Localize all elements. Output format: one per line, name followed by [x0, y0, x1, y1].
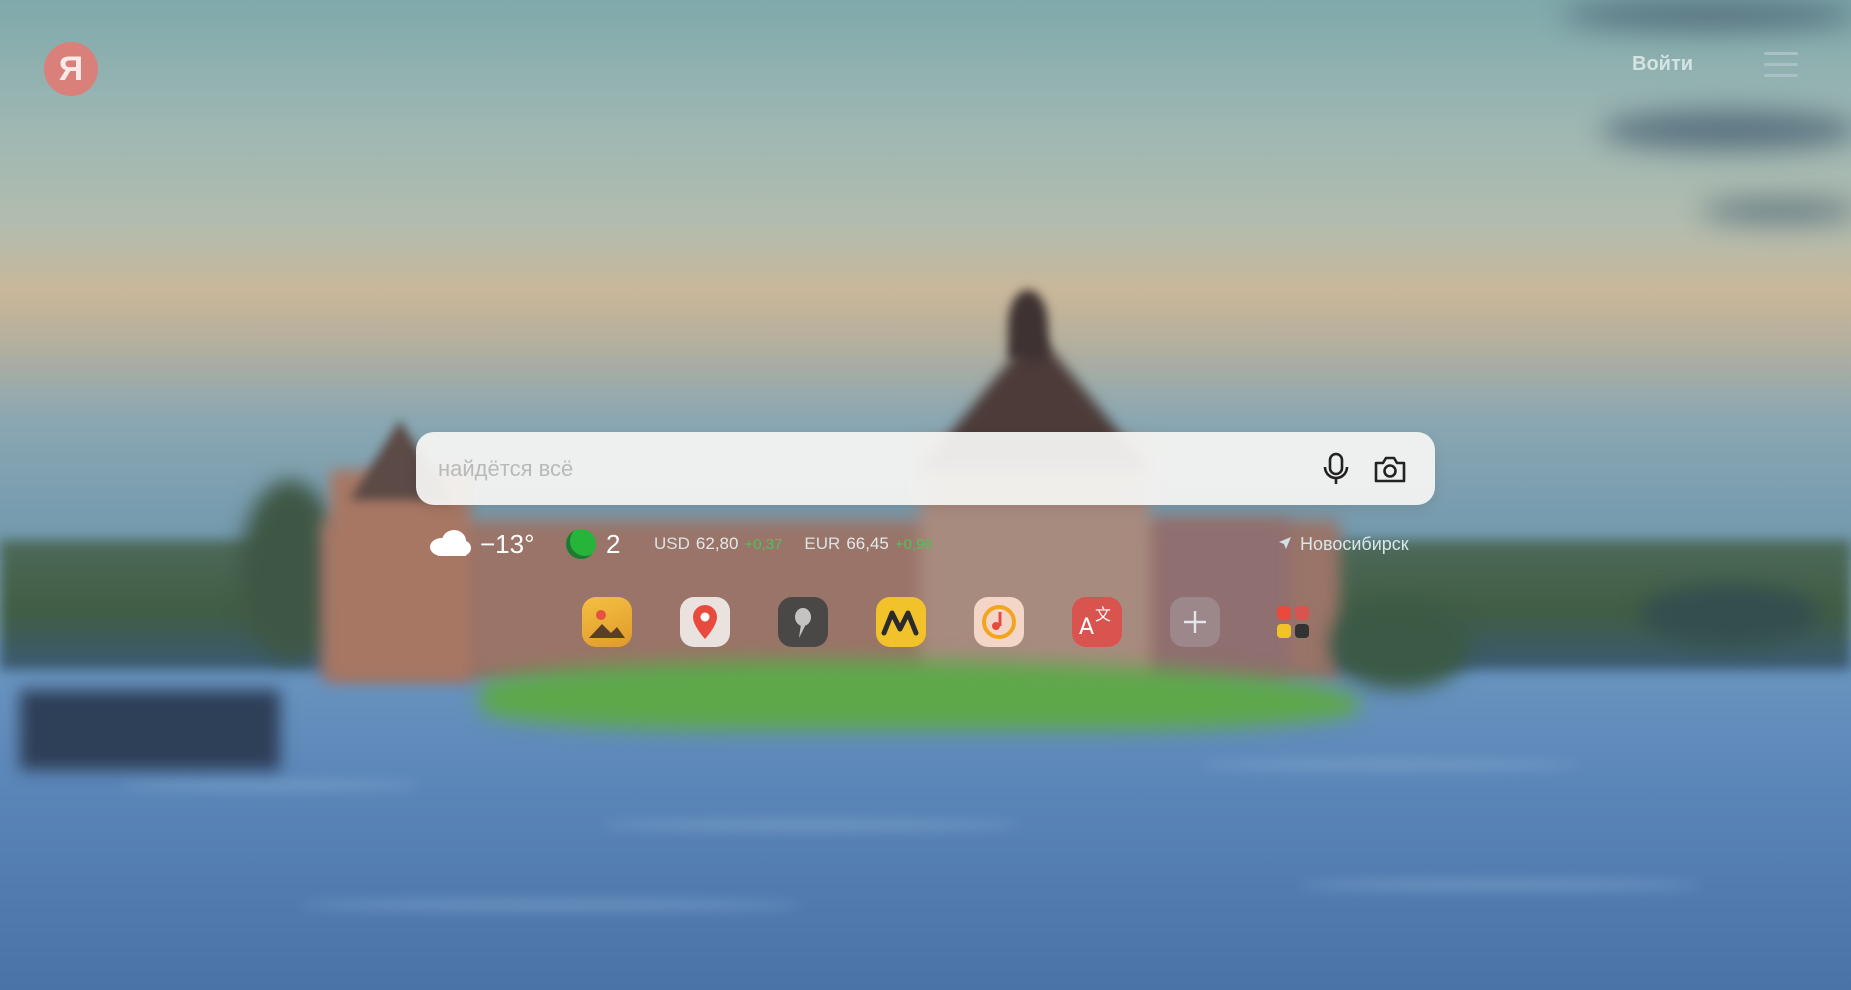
- login-button[interactable]: Войти: [1632, 53, 1693, 76]
- yandex-logo[interactable]: Я: [44, 42, 98, 96]
- search-bar: [416, 432, 1435, 505]
- alice-icon[interactable]: [778, 597, 828, 647]
- traffic-level: 2: [606, 528, 621, 559]
- rate-value-eur: 66,45: [846, 534, 889, 553]
- add-service-icon[interactable]: [1170, 597, 1220, 647]
- rate-change-usd: +0,37: [744, 535, 783, 553]
- microphone-icon[interactable]: [1316, 449, 1356, 489]
- maps-icon[interactable]: [680, 597, 730, 647]
- currency-rates[interactable]: USD 62,80 +0,37 EUR 66,45 +0,90: [654, 524, 955, 564]
- market-icon[interactable]: [876, 597, 926, 647]
- hamburger-menu-icon[interactable]: [1764, 52, 1798, 78]
- svg-text:文: 文: [1095, 605, 1111, 624]
- location-city: Новосибирск: [1300, 533, 1409, 554]
- cloud-icon: [428, 527, 472, 562]
- music-icon[interactable]: [974, 597, 1024, 647]
- rate-value-usd: 62,80: [695, 534, 739, 553]
- rate-name-usd: USD: [654, 534, 690, 553]
- location-widget[interactable]: Новосибирск: [1278, 524, 1409, 564]
- rate-name-eur: EUR: [804, 534, 841, 553]
- weather-temperature: −13°: [480, 528, 535, 559]
- all-services-icon[interactable]: [1268, 597, 1318, 647]
- weather-widget[interactable]: −13°: [428, 524, 535, 564]
- images-icon[interactable]: [582, 597, 632, 647]
- translate-icon[interactable]: A 文: [1072, 597, 1122, 647]
- rate-change-eur: +0,90: [894, 535, 933, 553]
- traffic-light-icon: [566, 529, 596, 559]
- svg-text:A: A: [1079, 615, 1094, 640]
- traffic-widget[interactable]: 2: [566, 524, 620, 564]
- services-bar: A 文: [582, 597, 1366, 647]
- camera-search-icon[interactable]: [1370, 449, 1410, 489]
- location-arrow-icon: [1278, 536, 1292, 553]
- logo-letter: Я: [58, 49, 84, 88]
- search-input[interactable]: [438, 432, 1298, 505]
